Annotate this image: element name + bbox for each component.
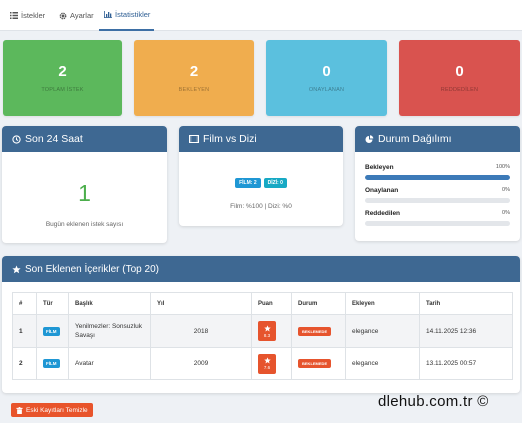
col-header-user: Ekleyen bbox=[345, 292, 420, 315]
type-badge: FİLM bbox=[43, 359, 60, 368]
cell-date: 13.11.2025 00:57 bbox=[419, 347, 513, 380]
cell-year: 2009 bbox=[150, 347, 252, 380]
stat-card-approved: 0 ONAYLANAN bbox=[266, 40, 387, 116]
stat-label: REDDEDİLEN bbox=[440, 86, 479, 93]
col-header-score: Puan bbox=[251, 292, 292, 315]
last-24h-panel: Son 24 Saat 1 Bugün eklenen istek sayısı bbox=[2, 126, 167, 243]
panel-header: Film vs Dizi bbox=[179, 126, 343, 152]
cell-type: FİLM bbox=[36, 314, 69, 348]
film-icon bbox=[189, 135, 199, 143]
status-progress-bar bbox=[365, 221, 510, 226]
col-header-date: Tarih bbox=[419, 292, 513, 315]
panel-title: Son Eklenen İçerikler (Top 20) bbox=[25, 263, 159, 275]
cell-user: elegance bbox=[345, 347, 420, 380]
panel-title: Son 24 Saat bbox=[25, 133, 83, 145]
tab-label: İstatistikler bbox=[115, 10, 151, 19]
last-24h-count: 1 bbox=[78, 180, 91, 206]
last-24h-subtitle: Bugün eklenen istek sayısı bbox=[45, 221, 124, 228]
watermark: dlehub.com.tr © bbox=[378, 393, 489, 410]
cell-year: 2018 bbox=[150, 314, 252, 348]
col-header-status: Durum bbox=[291, 292, 346, 315]
status-progress-bar bbox=[365, 175, 510, 180]
clock-icon bbox=[12, 134, 21, 144]
status-label: Reddedilen bbox=[365, 210, 401, 217]
col-header-type: Tür bbox=[36, 292, 69, 315]
col-header-no: # bbox=[12, 292, 37, 315]
clear-button-label: Eski Kayıtları Temizle bbox=[26, 406, 88, 414]
score-badge: 7.6 bbox=[258, 353, 276, 374]
film-vs-series-panel: Film vs Dizi FİLM: 2 DİZİ: 0 Film: %100 … bbox=[179, 126, 343, 226]
tab-bar: İstekler Ayarlar İstatistikler bbox=[0, 0, 522, 31]
pie-chart-icon bbox=[365, 134, 374, 143]
status-row-pending: Bekleyen 100% bbox=[365, 164, 510, 180]
table-header-row: # Tür Başlık Yıl Puan Durum Ekleyen Tari… bbox=[12, 292, 513, 315]
cell-date: 14.11.2025 12:36 bbox=[419, 314, 513, 348]
tab-label: İstekler bbox=[21, 11, 46, 20]
cell-no: 2 bbox=[12, 347, 37, 380]
panel-header: Son 24 Saat bbox=[2, 126, 167, 152]
status-percent: 0% bbox=[502, 210, 510, 216]
cell-type: FİLM bbox=[36, 347, 69, 380]
stat-card-pending: 2 BEKLEYEN bbox=[134, 40, 254, 116]
score-badge: 8.3 bbox=[258, 321, 276, 341]
trash-icon bbox=[16, 406, 23, 414]
progress-fill bbox=[365, 175, 510, 180]
status-distribution-panel: Durum Dağılımı Bekleyen 100% Onaylanan 0… bbox=[355, 126, 520, 241]
tab-settings[interactable]: Ayarlar bbox=[54, 0, 98, 31]
film-series-ratio: Film: %100 | Dizi: %0 bbox=[230, 203, 292, 210]
film-count-badge: FİLM: 2 bbox=[235, 178, 261, 188]
status-row-approved: Onaylanan 0% bbox=[365, 187, 510, 203]
gear-icon bbox=[58, 11, 67, 20]
type-badges: FİLM: 2 DİZİ: 0 bbox=[179, 178, 343, 188]
cell-no: 1 bbox=[12, 314, 37, 348]
panel-title: Durum Dağılımı bbox=[378, 133, 452, 145]
star-icon bbox=[263, 357, 271, 364]
stat-card-total: 2 TOPLAM İSTEK bbox=[3, 40, 122, 116]
status-badge: BEKLEMEDE bbox=[298, 359, 332, 368]
cell-user: elegance bbox=[345, 314, 420, 348]
clear-old-records-button[interactable]: Eski Kayıtları Temizle bbox=[11, 403, 93, 417]
table-row: 2 FİLM Avatar 2009 7.6 BEKLEMEDE eleganc… bbox=[12, 347, 513, 380]
panel-header: Son Eklenen İçerikler (Top 20) bbox=[2, 256, 520, 282]
score-value: 7.6 bbox=[263, 365, 271, 370]
score-value: 8.3 bbox=[263, 332, 271, 338]
stat-card-rejected: 0 REDDEDİLEN bbox=[399, 40, 520, 116]
cell-status: BEKLEMEDE bbox=[291, 314, 346, 348]
tab-label: Ayarlar bbox=[70, 11, 94, 20]
cell-score: 7.6 bbox=[251, 347, 292, 380]
status-label: Bekleyen bbox=[365, 164, 394, 171]
stat-label: TOPLAM İSTEK bbox=[41, 86, 84, 93]
cell-score: 8.3 bbox=[251, 314, 292, 348]
series-count-badge: DİZİ: 0 bbox=[263, 178, 287, 188]
stat-value: 2 bbox=[58, 62, 67, 80]
status-badge: BEKLEMEDE bbox=[298, 326, 332, 336]
recent-items-panel: Son Eklenen İçerikler (Top 20) # Tür Baş… bbox=[2, 256, 520, 393]
star-icon bbox=[263, 324, 271, 331]
status-percent: 0% bbox=[502, 187, 510, 193]
stat-value: 2 bbox=[189, 62, 199, 80]
stat-value: 0 bbox=[322, 62, 331, 80]
table-row: 1 FİLM Yenilmezler: Sonsuzluk Savaşı 201… bbox=[12, 314, 513, 348]
cell-title: Yenilmezler: Sonsuzluk Savaşı bbox=[68, 314, 151, 348]
cell-status: BEKLEMEDE bbox=[291, 347, 346, 380]
stat-label: ONAYLANAN bbox=[308, 86, 345, 93]
tab-requests[interactable]: İstekler bbox=[5, 0, 49, 31]
list-icon bbox=[9, 11, 18, 20]
col-header-title: Başlık bbox=[68, 292, 151, 315]
status-row-rejected: Reddedilen 0% bbox=[365, 210, 510, 226]
panel-header: Durum Dağılımı bbox=[355, 126, 520, 152]
status-label: Onaylanan bbox=[365, 187, 399, 194]
stat-label: BEKLEYEN bbox=[178, 86, 210, 93]
recent-items-table: # Tür Başlık Yıl Puan Durum Ekleyen Tari… bbox=[12, 292, 513, 380]
bar-chart-icon bbox=[103, 10, 112, 19]
star-icon bbox=[12, 264, 21, 273]
col-header-year: Yıl bbox=[150, 292, 252, 315]
type-badge: FİLM bbox=[43, 326, 60, 336]
status-progress-bar bbox=[365, 198, 510, 203]
stat-value: 0 bbox=[455, 62, 464, 80]
cell-title: Avatar bbox=[68, 347, 151, 380]
tab-statistics[interactable]: İstatistikler bbox=[99, 0, 155, 31]
status-percent: 100% bbox=[495, 164, 510, 170]
panel-title: Film vs Dizi bbox=[203, 133, 257, 145]
